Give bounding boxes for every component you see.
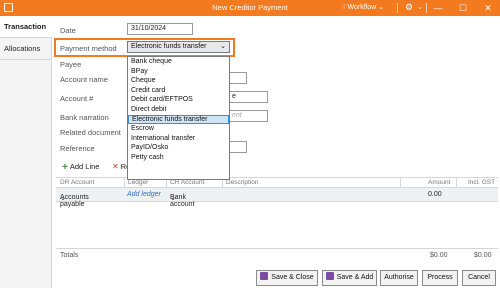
table-row[interactable]: Accounts payable ⌄ Add ledger Bank accou…	[56, 188, 498, 208]
authorise-button[interactable]: Authorise	[380, 270, 418, 286]
row-amount[interactable]: 0.00	[428, 191, 442, 198]
header-incl-gst: Incl. GST	[468, 179, 496, 186]
save-close-label: Save & Close	[271, 274, 314, 281]
option-debit-card-eftpos[interactable]: Debit card/EFTPOS	[128, 95, 229, 105]
related-document-label: Related document	[60, 128, 121, 137]
save-icon	[260, 272, 269, 280]
totals-gst: $0.00	[474, 252, 492, 259]
option-direct-debit[interactable]: Direct debit	[128, 105, 229, 115]
reference-label: Reference	[60, 144, 95, 153]
option-payid-osko[interactable]: PayID/Osko	[128, 143, 229, 153]
titlebar-divider	[426, 3, 427, 13]
bank-narration-label: Bank narration	[60, 113, 109, 122]
totals-label: Totals	[60, 252, 79, 259]
lines-grid-header: DR Account Ledger CR Account Description…	[56, 177, 498, 188]
column-divider	[124, 178, 125, 188]
process-button[interactable]: Process	[422, 270, 458, 286]
close-icon[interactable]: ✕	[480, 1, 496, 15]
workflow-icon: ⫶⫶	[342, 4, 346, 11]
option-escrow[interactable]: Escrow	[128, 124, 229, 134]
titlebar-divider	[397, 3, 398, 13]
account-number-field[interactable]: e	[228, 91, 268, 103]
payment-method-dropdown: Bank cheque BPay Cheque Credit card Debi…	[127, 56, 230, 180]
option-international-transfer[interactable]: International transfer	[128, 134, 229, 144]
bank-narration-field[interactable]: ent	[228, 110, 268, 122]
save-add-label: Save & Add	[336, 274, 374, 281]
header-description: Description	[226, 179, 259, 186]
maximize-icon[interactable]: ☐	[455, 1, 471, 15]
header-dr-account: DR Account	[60, 179, 95, 186]
workflow-button[interactable]: ⫶⫶ Workflow ⌄	[342, 3, 384, 12]
cancel-button[interactable]: Cancel	[462, 270, 496, 286]
save-icon	[325, 272, 334, 280]
gear-icon[interactable]: ⚙	[405, 2, 413, 13]
totals-row: Totals $0.00 $0.00	[56, 248, 498, 262]
date-field[interactable]: 31/10/2024	[127, 23, 193, 35]
save-add-button[interactable]: Save & Add	[322, 270, 377, 286]
minimize-icon[interactable]: —	[430, 1, 446, 15]
side-tabs: Transaction Allocations	[0, 16, 52, 288]
header-amount: Amount	[428, 179, 451, 186]
payment-method-select[interactable]: Electronic funds transfer ⌄	[127, 41, 230, 53]
option-bpay[interactable]: BPay	[128, 67, 229, 77]
chevron-down-icon: ⌄	[170, 195, 176, 202]
column-divider	[456, 178, 457, 188]
tab-allocations[interactable]: Allocations	[0, 38, 51, 60]
header-cr-account: CR Account	[170, 179, 205, 186]
title-bar: New Creditor Payment ⫶⫶ Workflow ⌄ ⚙ ⌄ — …	[0, 0, 500, 16]
window-title: New Creditor Payment	[212, 3, 288, 12]
option-credit-card[interactable]: Credit card	[128, 86, 229, 96]
header-ledger: Ledger	[128, 179, 149, 186]
column-divider	[400, 178, 401, 188]
chevron-down-icon: ⌄	[60, 195, 66, 202]
totals-amount: $0.00	[430, 252, 448, 259]
date-label: Date	[60, 26, 76, 35]
workflow-label: Workflow	[347, 4, 377, 11]
plus-icon: +	[62, 162, 68, 173]
account-name-label: Account name	[60, 75, 108, 84]
save-close-button[interactable]: Save & Close	[256, 270, 318, 286]
tab-transaction[interactable]: Transaction	[0, 16, 52, 38]
payee-label: Payee	[60, 60, 82, 69]
add-ledger-link[interactable]: Add ledger	[127, 191, 161, 198]
remove-icon: ✕	[112, 162, 119, 171]
chevron-down-icon[interactable]: ⌄	[417, 3, 423, 11]
chevron-down-icon: ⌄	[378, 4, 384, 11]
add-line-label: Add Line	[69, 162, 100, 171]
option-bank-cheque[interactable]: Bank cheque	[128, 57, 229, 67]
account-name-field[interactable]	[228, 72, 247, 84]
payment-method-value: Electronic funds transfer	[131, 43, 207, 50]
option-petty-cash[interactable]: Petty cash	[128, 153, 229, 163]
option-electronic-funds-transfer[interactable]: Electronic funds transfer	[128, 114, 229, 125]
add-line-button[interactable]: + Add Line	[62, 162, 99, 173]
footer-actions: Save & Close Save & Add Authorise Proces…	[0, 269, 500, 288]
payment-method-label: Payment method	[60, 44, 117, 53]
reference-field[interactable]	[228, 141, 247, 153]
account-number-label: Account #	[60, 94, 94, 103]
chevron-down-icon: ⌄	[220, 43, 226, 50]
option-cheque[interactable]: Cheque	[128, 76, 229, 86]
